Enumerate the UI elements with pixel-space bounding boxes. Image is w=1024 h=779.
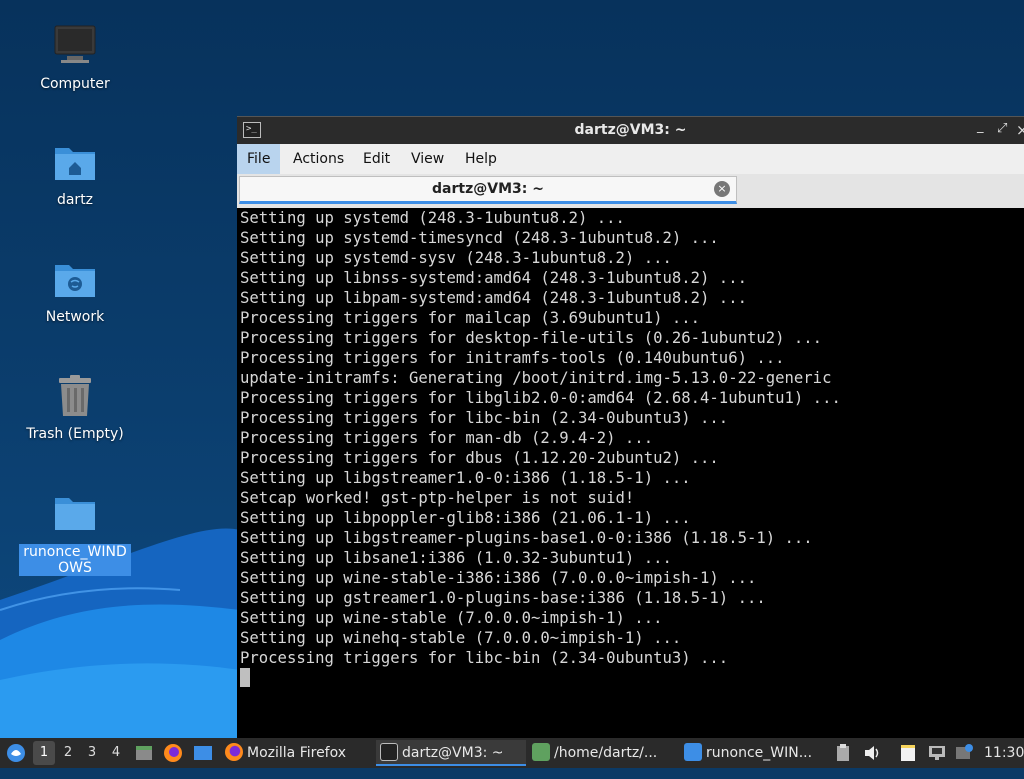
terminal-line: Setting up libgstreamer-plugins-base1.0-…: [240, 529, 813, 547]
taskbar: 1 2 3 4 Mozilla Firefox dartz@VM3: ~ /ho…: [0, 738, 1024, 768]
window-title: dartz@VM3: ~: [574, 122, 687, 138]
computer-icon: [51, 22, 99, 70]
tab-close-icon[interactable]: ×: [714, 181, 730, 197]
terminal-line: Setcap worked! gst-ptp-helper is not sui…: [240, 489, 635, 507]
clipboard-icon[interactable]: [834, 738, 852, 768]
firefox-icon: [225, 743, 243, 761]
file-manager-icon: [532, 743, 550, 761]
terminal-line: Setting up winehq-stable (7.0.0.0~impish…: [240, 629, 682, 647]
desktop-icon-label: dartz: [56, 192, 94, 208]
maximize-button[interactable]: ⤢: [997, 121, 1007, 136]
terminal-line: Setting up libsane1:i386 (1.0.32-3ubuntu…: [240, 549, 672, 567]
desktop-icon-runonce-folder[interactable]: runonce_WINDOWS: [15, 490, 135, 576]
desktop-icon-label: Computer: [40, 76, 110, 92]
task-terminal[interactable]: dartz@VM3: ~: [376, 740, 526, 766]
menubar: File Actions Edit View Help: [237, 144, 1024, 174]
desktop-icon-computer[interactable]: Computer: [15, 22, 135, 92]
workspace-1[interactable]: 1: [33, 741, 55, 765]
terminal-line: Setting up wine-stable-i386:i386 (7.0.0.…: [240, 569, 757, 587]
task-label: Mozilla Firefox: [247, 745, 347, 761]
clock[interactable]: 11:30: [984, 738, 1024, 768]
terminal-line: Processing triggers for mailcap (3.69ubu…: [240, 309, 701, 327]
tab-title: dartz@VM3: ~: [432, 181, 544, 197]
network-icon[interactable]: [926, 738, 948, 768]
terminal-line: Setting up gstreamer1.0-plugins-base:i38…: [240, 589, 766, 607]
home-folder-icon: [51, 138, 99, 186]
show-desktop-icon[interactable]: [192, 738, 216, 768]
terminal-cursor: [240, 668, 250, 687]
terminal-line: Setting up libpoppler-glib8:i386 (21.06.…: [240, 509, 691, 527]
terminal-line: Processing triggers for dbus (1.12.20-2u…: [240, 449, 719, 467]
desktop-icon-label: Trash (Empty): [26, 426, 124, 442]
terminal-output[interactable]: Setting up systemd (248.3-1ubuntu8.2) ..…: [237, 208, 1024, 738]
file-manager-launcher-icon[interactable]: [134, 738, 156, 768]
desktop-icon-label: Network: [45, 309, 105, 325]
task-runonce-folder[interactable]: runonce_WIN...: [684, 740, 826, 766]
terminal-line: update-initramfs: Generating /boot/initr…: [240, 369, 832, 387]
terminal-line: Processing triggers for libglib2.0-0:amd…: [240, 389, 841, 407]
terminal-line: Setting up systemd-timesyncd (248.3-1ubu…: [240, 229, 719, 247]
terminal-line: Setting up libpam-systemd:amd64 (248.3-1…: [240, 289, 747, 307]
window-titlebar[interactable]: >_ dartz@VM3: ~ _ ⤢ ×: [237, 116, 1024, 144]
terminal-line: Setting up systemd (248.3-1ubuntu8.2) ..…: [240, 209, 625, 227]
folder-icon: [684, 743, 702, 761]
menu-file[interactable]: File: [237, 144, 281, 174]
workspace-2[interactable]: 2: [57, 741, 79, 765]
task-file-manager[interactable]: /home/dartz/...: [532, 740, 674, 766]
menu-help[interactable]: Help: [455, 144, 507, 174]
volume-icon[interactable]: [862, 738, 882, 768]
desktop-icon-label: runonce_WINDOWS: [19, 544, 131, 576]
update-notifier-icon[interactable]: [954, 738, 974, 768]
terminal-line: Setting up libgstreamer1.0-0:i386 (1.18.…: [240, 469, 691, 487]
trash-icon: [51, 372, 99, 420]
notes-icon[interactable]: [898, 738, 918, 768]
workspace-4[interactable]: 4: [105, 741, 127, 765]
task-label: dartz@VM3: ~: [402, 745, 504, 761]
network-folder-icon: [51, 255, 99, 303]
workspace-3[interactable]: 3: [81, 741, 103, 765]
desktop-icon-trash[interactable]: Trash (Empty): [15, 372, 135, 442]
close-button[interactable]: ×: [1016, 121, 1024, 139]
task-label: /home/dartz/...: [554, 745, 658, 761]
terminal-line: Processing triggers for man-db (2.9.4-2)…: [240, 429, 654, 447]
minimize-button[interactable]: _: [977, 119, 984, 134]
terminal-icon: [380, 743, 398, 761]
desktop-icon-network[interactable]: Network: [15, 255, 135, 325]
terminal-line: Processing triggers for libc-bin (2.34-0…: [240, 409, 729, 427]
firefox-launcher-icon[interactable]: [162, 738, 186, 768]
folder-icon: [51, 490, 99, 538]
menu-view[interactable]: View: [401, 144, 454, 174]
terminal-line: Setting up systemd-sysv (248.3-1ubuntu8.…: [240, 249, 672, 267]
terminal-line: Processing triggers for initramfs-tools …: [240, 349, 785, 367]
terminal-line: Processing triggers for desktop-file-uti…: [240, 329, 823, 347]
tab-bar: dartz@VM3: ~ ×: [237, 174, 1024, 208]
tab-terminal[interactable]: dartz@VM3: ~ ×: [239, 176, 737, 204]
menu-actions[interactable]: Actions: [283, 144, 354, 174]
terminal-line: Setting up wine-stable (7.0.0.0~impish-1…: [240, 609, 663, 627]
menu-edit[interactable]: Edit: [353, 144, 400, 174]
terminal-line: Setting up libnss-systemd:amd64 (248.3-1…: [240, 269, 747, 287]
terminal-window[interactable]: >_ dartz@VM3: ~ _ ⤢ × File Actions Edit …: [237, 116, 1024, 738]
task-label: runonce_WIN...: [706, 745, 813, 761]
terminal-line: Processing triggers for libc-bin (2.34-0…: [240, 649, 729, 667]
desktop-icon-home[interactable]: dartz: [15, 138, 135, 208]
task-firefox[interactable]: Mozilla Firefox: [225, 740, 371, 766]
start-menu-icon[interactable]: [4, 738, 28, 768]
